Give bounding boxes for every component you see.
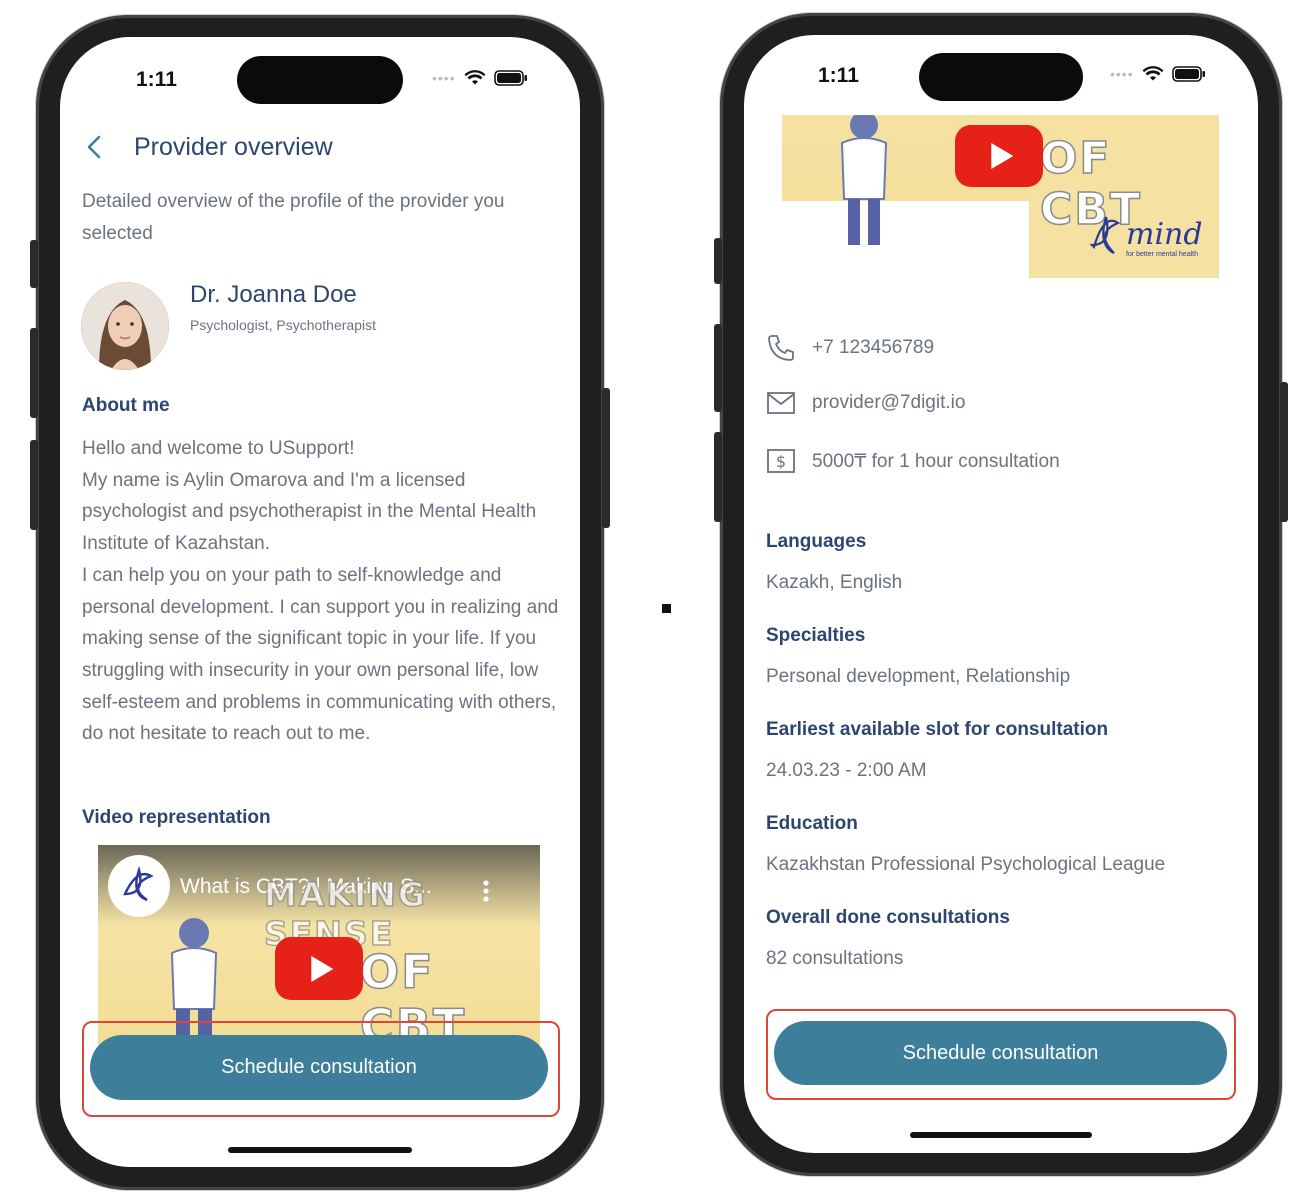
phone-number: +7 123456789 bbox=[812, 337, 935, 358]
education-value: Kazakhstan Professional Psychological Le… bbox=[766, 854, 1166, 875]
battery-icon bbox=[493, 70, 527, 86]
avatar bbox=[81, 282, 169, 370]
chevron-left-icon bbox=[87, 135, 101, 159]
side-button bbox=[602, 388, 610, 528]
schedule-consultation-button[interactable]: Schedule consultation bbox=[90, 1035, 548, 1100]
about-heading: About me bbox=[82, 395, 170, 416]
schedule-consultation-button[interactable]: Schedule consultation bbox=[774, 1021, 1227, 1085]
done-consultations-label: Overall done consultations bbox=[766, 907, 1010, 928]
price-row: $ 5000₸ for 1 hour consultation bbox=[766, 448, 1060, 474]
video-player[interactable]: OF CBT mind for better mental health bbox=[782, 115, 1219, 278]
video-illustration bbox=[840, 115, 888, 245]
page-title: Provider overview bbox=[134, 133, 333, 161]
earliest-slot-label: Earliest available slot for consultation bbox=[766, 719, 1109, 740]
home-indicator bbox=[910, 1132, 1092, 1138]
education-label: Education bbox=[766, 813, 858, 834]
languages-label: Languages bbox=[766, 531, 867, 552]
specialties-label: Specialties bbox=[766, 625, 866, 646]
money-icon: $ bbox=[767, 449, 795, 473]
mind-tagline: for better mental health bbox=[1126, 251, 1198, 258]
side-button bbox=[714, 432, 722, 522]
side-button bbox=[714, 238, 722, 284]
status-icons: •••• bbox=[432, 70, 528, 86]
avatar-portrait bbox=[81, 282, 169, 370]
side-button bbox=[1280, 382, 1288, 522]
earliest-slot-value: 24.03.23 - 2:00 AM bbox=[766, 760, 927, 781]
mind-logo-icon bbox=[1089, 216, 1121, 254]
video-heading: Video representation bbox=[82, 807, 271, 828]
separator-dot bbox=[662, 604, 671, 613]
side-button bbox=[714, 324, 722, 412]
wifi-icon bbox=[1142, 66, 1164, 81]
wifi-icon bbox=[464, 70, 486, 85]
phone-row[interactable]: +7 123456789 bbox=[766, 333, 934, 363]
status-time: 1:11 bbox=[818, 64, 859, 87]
provider-role: Psychologist, Psychotherapist bbox=[190, 317, 376, 333]
youtube-play-icon[interactable] bbox=[275, 937, 363, 1000]
about-text: Hello and welcome to USupport! My name i… bbox=[82, 438, 559, 745]
side-button bbox=[30, 440, 38, 530]
status-time: 1:11 bbox=[136, 68, 177, 91]
video-player[interactable]: What is CBT? | Making S... MAKING SENSE … bbox=[98, 845, 540, 1045]
side-button bbox=[30, 328, 38, 418]
back-button[interactable] bbox=[86, 134, 102, 166]
battery-icon bbox=[1171, 66, 1205, 82]
email-row[interactable]: provider@7digit.io bbox=[766, 391, 965, 415]
email-address: provider@7digit.io bbox=[812, 392, 966, 413]
side-button bbox=[30, 240, 38, 288]
screen-right: OF CBT mind for better mental health 1:1… bbox=[744, 35, 1258, 1153]
phone-icon bbox=[768, 335, 794, 361]
provider-name: Dr. Joanna Doe bbox=[190, 281, 357, 308]
channel-logo-icon bbox=[108, 855, 170, 917]
dynamic-island bbox=[237, 56, 403, 104]
mail-icon bbox=[767, 392, 795, 414]
done-consultations-value: 82 consultations bbox=[766, 948, 904, 969]
specialties-value: Personal development, Relationship bbox=[766, 666, 1071, 687]
status-icons: •••• bbox=[1110, 66, 1206, 82]
mind-brand: mind bbox=[1126, 217, 1203, 252]
consultation-price: 5000₸ for 1 hour consultation bbox=[812, 450, 1060, 472]
page-subtitle: Detailed overview of the profile of the … bbox=[82, 191, 505, 244]
youtube-play-icon[interactable] bbox=[955, 125, 1043, 187]
home-indicator bbox=[228, 1147, 412, 1153]
signal-icon: •••• bbox=[1110, 66, 1134, 82]
languages-value: Kazakh, English bbox=[766, 572, 903, 593]
screen-left: 1:11 •••• Provider overview Detailed ove… bbox=[60, 37, 580, 1167]
svg-text:$: $ bbox=[776, 452, 786, 471]
dynamic-island bbox=[919, 53, 1083, 101]
signal-icon: •••• bbox=[432, 70, 456, 86]
